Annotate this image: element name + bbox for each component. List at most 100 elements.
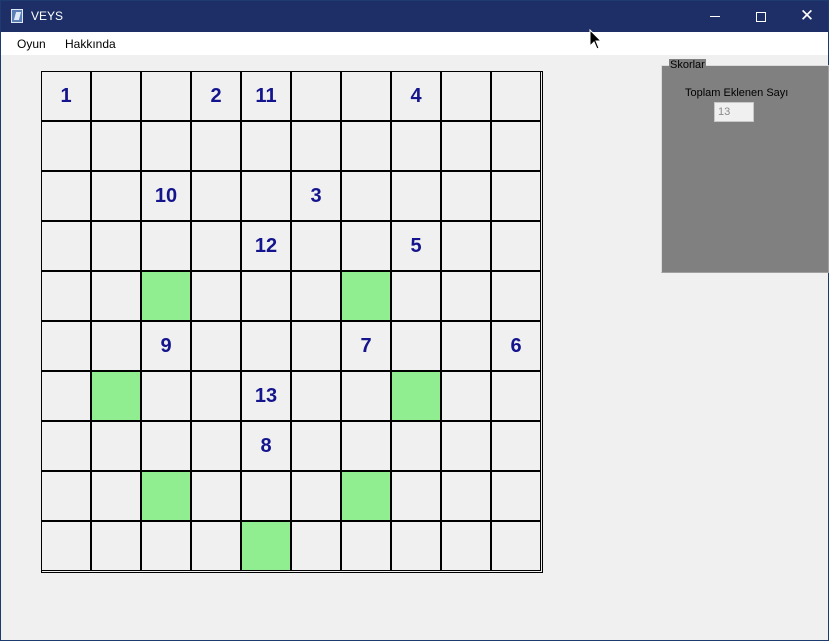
board-cell[interactable]: [441, 371, 491, 421]
board-cell[interactable]: [391, 121, 441, 171]
board-cell[interactable]: [441, 421, 491, 471]
board-cell[interactable]: [91, 271, 141, 321]
board-cell[interactable]: [291, 121, 341, 171]
board-cell[interactable]: [441, 471, 491, 521]
board-cell[interactable]: [141, 121, 191, 171]
board-cell[interactable]: [341, 221, 391, 271]
board-cell[interactable]: [191, 271, 241, 321]
board-cell[interactable]: [341, 521, 391, 571]
board-cell[interactable]: [241, 471, 291, 521]
board-cell[interactable]: [341, 71, 391, 121]
board-cell[interactable]: [191, 521, 241, 571]
board-cell[interactable]: [91, 321, 141, 371]
board-cell[interactable]: [191, 371, 241, 421]
board-cell[interactable]: [341, 371, 391, 421]
board-cell[interactable]: [241, 271, 291, 321]
board-cell[interactable]: [291, 271, 341, 321]
board-cell[interactable]: [391, 421, 441, 471]
board-cell[interactable]: [91, 471, 141, 521]
board-cell[interactable]: [91, 71, 141, 121]
board-cell[interactable]: [391, 321, 441, 371]
board-cell[interactable]: [441, 171, 491, 221]
board-cell[interactable]: [491, 71, 541, 121]
menu-item-oyun[interactable]: Oyun: [17, 37, 46, 51]
board-cell[interactable]: [41, 121, 91, 171]
board-cell[interactable]: [191, 471, 241, 521]
board-cell[interactable]: [91, 121, 141, 171]
board-cell[interactable]: [241, 171, 291, 221]
board-cell[interactable]: [91, 421, 141, 471]
board-cell[interactable]: [91, 521, 141, 571]
board-cell[interactable]: [491, 271, 541, 321]
board-cell[interactable]: 9: [141, 321, 191, 371]
board-cell[interactable]: [491, 471, 541, 521]
close-button[interactable]: ✕: [784, 1, 829, 32]
board-cell[interactable]: [291, 421, 341, 471]
board-cell[interactable]: [441, 221, 491, 271]
board-cell[interactable]: 5: [391, 221, 441, 271]
board-cell[interactable]: [441, 271, 491, 321]
board-cell[interactable]: [191, 171, 241, 221]
board-cell[interactable]: [441, 121, 491, 171]
board-cell[interactable]: [491, 421, 541, 471]
board-cell[interactable]: [491, 121, 541, 171]
board-cell[interactable]: [341, 171, 391, 221]
board-cell[interactable]: [391, 171, 441, 221]
board-cell[interactable]: [41, 271, 91, 321]
board-cell[interactable]: [141, 371, 191, 421]
board-cell[interactable]: [41, 321, 91, 371]
board-cell[interactable]: [341, 271, 391, 321]
board-cell[interactable]: 12: [241, 221, 291, 271]
board-cell[interactable]: [241, 121, 291, 171]
board-cell[interactable]: 3: [291, 171, 341, 221]
board-cell[interactable]: [41, 221, 91, 271]
board-cell[interactable]: 13: [241, 371, 291, 421]
board-cell[interactable]: [291, 371, 341, 421]
board-cell[interactable]: 2: [191, 71, 241, 121]
board-cell[interactable]: [91, 221, 141, 271]
board-cell[interactable]: [441, 321, 491, 371]
board-cell[interactable]: [491, 371, 541, 421]
board-cell[interactable]: 8: [241, 421, 291, 471]
board-cell[interactable]: [191, 221, 241, 271]
maximize-button[interactable]: [738, 1, 784, 32]
board-cell[interactable]: [141, 521, 191, 571]
board-cell[interactable]: [41, 421, 91, 471]
board-cell[interactable]: [41, 471, 91, 521]
board-cell[interactable]: 10: [141, 171, 191, 221]
board-cell[interactable]: [41, 521, 91, 571]
board-cell[interactable]: [491, 221, 541, 271]
board-cell[interactable]: [391, 521, 441, 571]
board-cell[interactable]: [191, 321, 241, 371]
board-cell[interactable]: [291, 471, 341, 521]
board-cell[interactable]: [391, 271, 441, 321]
board-cell[interactable]: [41, 371, 91, 421]
board-cell[interactable]: [341, 421, 391, 471]
board-cell[interactable]: [491, 521, 541, 571]
board-cell[interactable]: [391, 471, 441, 521]
board-cell[interactable]: [441, 71, 491, 121]
board-cell[interactable]: [491, 171, 541, 221]
board-cell[interactable]: [141, 271, 191, 321]
board-cell[interactable]: [241, 521, 291, 571]
board-cell[interactable]: [291, 221, 341, 271]
board-cell[interactable]: 4: [391, 71, 441, 121]
board-cell[interactable]: [291, 521, 341, 571]
menu-item-hakkinda[interactable]: Hakkında: [65, 37, 116, 51]
board-cell[interactable]: 11: [241, 71, 291, 121]
board-cell[interactable]: [191, 421, 241, 471]
board-cell[interactable]: [91, 371, 141, 421]
board-cell[interactable]: [341, 121, 391, 171]
board-cell[interactable]: [141, 421, 191, 471]
title-bar[interactable]: VEYS ✕: [1, 1, 828, 32]
board-cell[interactable]: [341, 471, 391, 521]
board-cell[interactable]: [191, 121, 241, 171]
board-cell[interactable]: [391, 371, 441, 421]
board-cell[interactable]: [241, 321, 291, 371]
board-cell[interactable]: [41, 171, 91, 221]
board-cell[interactable]: [291, 321, 341, 371]
board-cell[interactable]: 6: [491, 321, 541, 371]
board-cell[interactable]: [91, 171, 141, 221]
minimize-button[interactable]: [692, 1, 738, 32]
board-cell[interactable]: 1: [41, 71, 91, 121]
